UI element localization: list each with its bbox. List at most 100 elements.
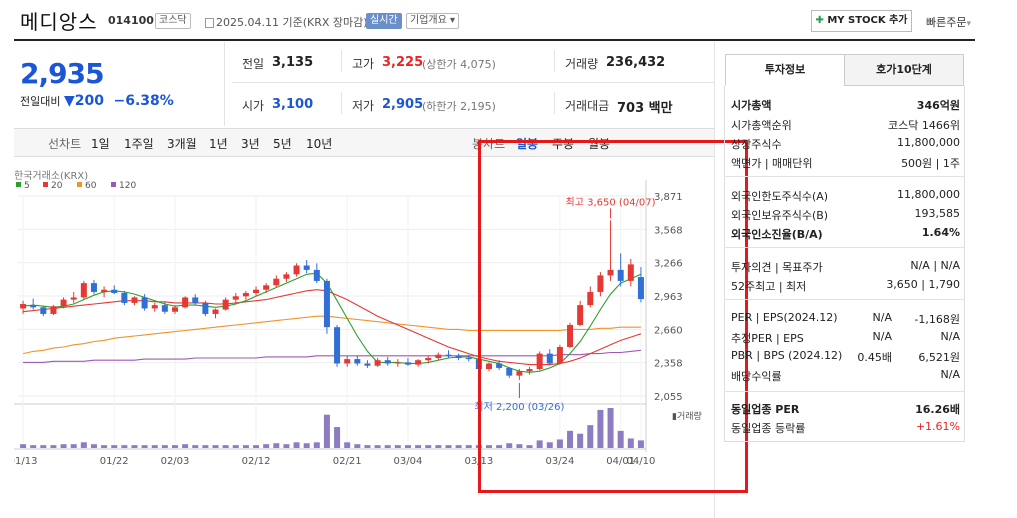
add-mystock-button[interactable]: ✚ MY STOCK 추가	[811, 10, 912, 32]
open-value: 3,100	[272, 97, 314, 112]
tab-investment-info[interactable]: 투자정보	[725, 54, 845, 86]
amount-label: 거래대금	[565, 99, 610, 113]
candle-body	[202, 302, 209, 314]
volume-bar	[384, 445, 391, 448]
line-chart-label: 선차트	[48, 137, 82, 151]
volume-bar	[141, 445, 148, 448]
info-row: 52주최고 | 최저 3,650 | 1,790	[731, 278, 960, 296]
x-tick-label: 02/03	[161, 456, 190, 467]
period-3m[interactable]: 3개월	[167, 135, 197, 152]
candle-body	[364, 363, 371, 366]
legend-swatch	[111, 182, 116, 187]
candle-body	[151, 305, 158, 309]
candle-body	[253, 289, 260, 294]
volume-bar	[465, 445, 472, 448]
info-row: 상장주식수 11,800,000	[731, 136, 960, 154]
candle-body	[242, 293, 249, 297]
volume-bar	[283, 444, 290, 448]
candle-body	[384, 360, 391, 364]
divider	[224, 42, 225, 126]
prev-close-label: 전일	[242, 57, 265, 71]
volume-bar	[80, 442, 87, 448]
info-row-value: +1.61%	[915, 420, 960, 433]
info-row: PER | EPS(2024.12) N/A -1,168원	[731, 311, 960, 329]
volume-bar	[182, 444, 189, 448]
volume-bar	[415, 445, 422, 448]
volume-bar	[253, 445, 260, 448]
period-3y[interactable]: 3년	[241, 135, 260, 152]
candle-body	[141, 297, 148, 309]
legend-label: 60	[85, 181, 97, 191]
candle-body	[415, 360, 422, 365]
info-row: 외국인보유주식수(B) 193,585	[731, 207, 960, 225]
legend-label: 5	[24, 181, 30, 191]
info-row-value: 346억원	[916, 99, 960, 112]
down-arrow-icon: ▼	[63, 93, 75, 109]
info-row-value: 코스닥 1466위	[888, 119, 960, 132]
volume-bar	[354, 444, 361, 448]
chevron-down-icon: ▾	[450, 15, 456, 26]
candle-body	[283, 274, 290, 279]
volume-bar	[60, 444, 67, 448]
volume-bar	[111, 445, 118, 448]
tab-order-book[interactable]: 호가10단계	[844, 54, 964, 86]
company-overview-dropdown[interactable]: 기업개요 ▾	[406, 13, 460, 29]
x-tick-label: 01/22	[100, 456, 129, 467]
candle-body	[111, 289, 118, 294]
candle-body	[80, 283, 87, 298]
volume-bar	[30, 445, 37, 448]
x-tick-label: 02/12	[242, 456, 271, 467]
candle-body	[232, 296, 239, 300]
legend-swatch	[16, 182, 21, 187]
candle-body	[303, 265, 310, 270]
volume-bar	[101, 445, 108, 448]
period-5y[interactable]: 5년	[273, 135, 292, 152]
candle-body	[40, 307, 47, 314]
volume-bar	[313, 442, 320, 448]
candle-body	[60, 299, 67, 307]
upper-limit: (상한가 4,075)	[422, 58, 496, 71]
info-row: 동일업종 등락률 +1.61%	[731, 420, 960, 438]
legend-label: 120	[119, 181, 136, 191]
info-row-label: PBR | BPS (2024.12)	[731, 349, 843, 362]
volume-bar	[344, 442, 351, 448]
divider	[341, 50, 342, 72]
info-row-label: 동일업종 등락률	[731, 422, 806, 435]
low-label: 저가	[352, 99, 375, 113]
period-10y[interactable]: 10년	[306, 135, 332, 152]
volume-bar	[121, 445, 128, 448]
candle-body	[131, 297, 138, 303]
info-row-label: 배당수익률	[731, 370, 782, 383]
info-row: 추정PER | EPS N/A N/A	[731, 330, 960, 348]
volume-bar	[20, 444, 27, 448]
lower-limit: (하한가 2,195)	[422, 100, 496, 113]
candle-body	[404, 362, 411, 365]
info-row: 배당수익률 N/A	[731, 368, 960, 386]
info-row-label: 시가총액	[731, 99, 772, 112]
x-tick-label: 03/04	[394, 456, 423, 467]
info-row-value: N/A	[872, 311, 892, 324]
info-row-value: 6,521원	[918, 351, 960, 364]
quick-order-menu[interactable]: 빠른주문▾	[926, 14, 971, 30]
info-row: 투자의견 | 목표주가 N/A | N/A	[731, 259, 960, 277]
candle-body	[121, 293, 128, 303]
legend-swatch	[43, 182, 48, 187]
period-1d[interactable]: 1일	[91, 135, 110, 152]
calendar-icon	[205, 18, 214, 28]
quote-date: 2025.04.11 기준(KRX 장마감)	[205, 14, 368, 30]
change-value: 200	[74, 93, 104, 109]
live-button[interactable]: 실시간	[366, 13, 402, 29]
volume-bar	[212, 445, 219, 448]
period-1y[interactable]: 1년	[209, 135, 228, 152]
period-1w[interactable]: 1주일	[124, 135, 154, 152]
volume-bar	[202, 445, 209, 448]
candle-body	[374, 360, 381, 366]
candle-body	[354, 359, 361, 364]
info-row-label: 추정PER | EPS	[731, 332, 804, 345]
market-tag: 코스닥	[155, 13, 191, 29]
volume-bar	[192, 445, 199, 448]
candle-body	[50, 306, 57, 314]
info-row: PBR | BPS (2024.12) 0.45배 6,521원	[731, 349, 960, 367]
highlight-box	[478, 140, 748, 493]
info-row-value: N/A	[872, 330, 892, 343]
